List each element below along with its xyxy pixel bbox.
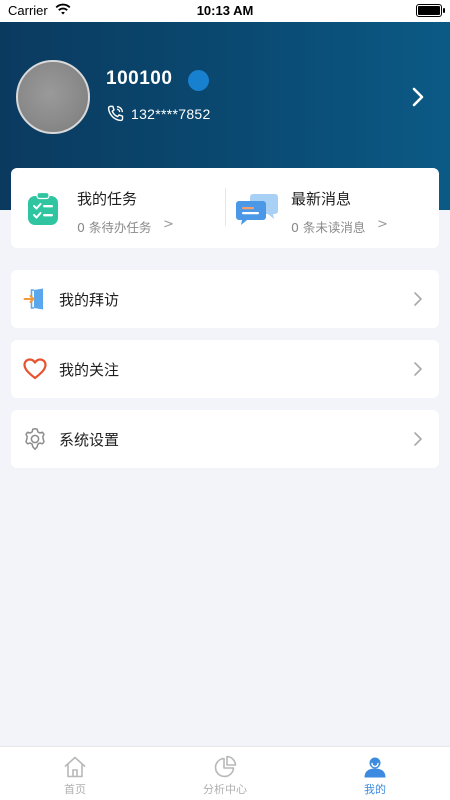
- visit-icon: [23, 288, 43, 310]
- menu-item-label: 系统设置: [59, 431, 120, 449]
- user-badge-icon: [188, 70, 209, 91]
- chevron-right-icon: >: [377, 217, 388, 232]
- menu-item-my-follows[interactable]: 我的关注: [11, 340, 439, 398]
- phone-number: 132****7852: [131, 106, 211, 122]
- tab-analysis-center[interactable]: 分析中心: [150, 747, 300, 800]
- username: 100100: [106, 68, 173, 89]
- chat-bubbles-icon: [236, 194, 278, 225]
- menu-item-my-visits[interactable]: 我的拜访: [11, 270, 439, 328]
- tab-label: 我的: [364, 783, 386, 796]
- chevron-right-icon: [414, 362, 422, 376]
- chevron-right-icon[interactable]: [408, 86, 428, 108]
- menu-item-label: 我的关注: [59, 361, 120, 379]
- my-tasks-entry[interactable]: 我的任务 0 条待办任务 >: [11, 168, 225, 248]
- latest-messages-subtitle: 0 条未读消息: [291, 220, 366, 235]
- my-tasks-subtitle: 0 条待办任务: [77, 220, 152, 235]
- tab-label: 首页: [64, 783, 86, 796]
- tab-home[interactable]: 首页: [0, 747, 150, 800]
- gear-icon: [25, 428, 45, 450]
- chevron-right-icon: [414, 292, 422, 306]
- status-bar: Carrier 10:13 AM: [0, 0, 450, 22]
- heart-icon: [23, 358, 47, 380]
- tab-bar: 首页 分析中心 我的: [0, 746, 450, 800]
- avatar[interactable]: [16, 60, 90, 134]
- chevron-right-icon: >: [163, 217, 174, 232]
- pie-chart-icon: [214, 755, 237, 778]
- menu-item-label: 我的拜访: [59, 291, 120, 309]
- tab-label: 分析中心: [203, 783, 247, 796]
- tab-mine[interactable]: 我的: [300, 747, 450, 800]
- battery-icon: [416, 4, 445, 17]
- latest-messages-entry[interactable]: 最新消息 0 条未读消息 >: [226, 168, 439, 248]
- menu-item-system-settings[interactable]: 系统设置: [11, 410, 439, 468]
- task-clipboard-icon: [28, 192, 58, 225]
- summary-card: 我的任务 0 条待办任务 > 最新消息 0 条未读消息 >: [11, 168, 439, 248]
- status-time: 10:13 AM: [196, 3, 254, 18]
- home-icon: [64, 756, 86, 778]
- user-icon: [364, 757, 386, 778]
- chevron-right-icon: [414, 432, 422, 446]
- my-tasks-title: 我的任务: [77, 190, 138, 208]
- phone-icon: [107, 105, 124, 122]
- latest-messages-title: 最新消息: [291, 190, 352, 208]
